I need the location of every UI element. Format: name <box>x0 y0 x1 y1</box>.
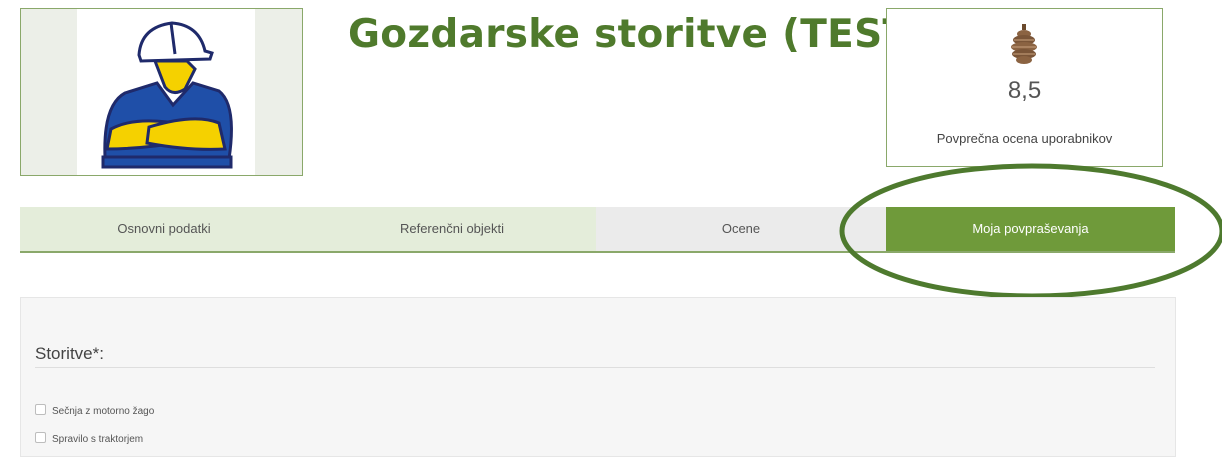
service-checkbox[interactable] <box>35 432 46 443</box>
rating-box: 8,5 Povprečna ocena uporabnikov <box>886 8 1163 167</box>
service-option[interactable]: Spravilo s traktorjem <box>35 432 143 445</box>
pine-cone-icon <box>1011 24 1037 64</box>
company-title: Gozdarske storitve (TEST) <box>348 12 928 57</box>
inquiry-form-panel: Storitve*: Sečnja z motorno žago Spravil… <box>20 297 1176 457</box>
logo-image <box>77 9 255 175</box>
tab-my-inquiries[interactable]: Moja povpraševanja <box>886 207 1175 251</box>
tab-reference-objects[interactable]: Referenčni objekti <box>308 207 596 251</box>
service-option-label: Spravilo s traktorjem <box>52 434 144 445</box>
hard-hat-worker-logo <box>101 21 233 169</box>
average-rating-label: Povprečna ocena uporabnikov <box>936 131 1113 146</box>
section-divider <box>35 367 1155 368</box>
service-option-label: Sečnja z motorno žago <box>52 406 155 417</box>
service-checkbox[interactable] <box>35 404 46 415</box>
company-logo <box>20 8 303 176</box>
average-rating-value: 8,5 <box>1007 77 1042 104</box>
tab-basic-info[interactable]: Osnovni podatki <box>20 207 308 251</box>
service-option[interactable]: Sečnja z motorno žago <box>35 404 154 417</box>
services-section-title: Storitve*: <box>35 344 104 363</box>
profile-tabs: Osnovni podatki Referenčni objekti Ocene… <box>20 207 1175 253</box>
tab-ratings[interactable]: Ocene <box>596 207 886 251</box>
